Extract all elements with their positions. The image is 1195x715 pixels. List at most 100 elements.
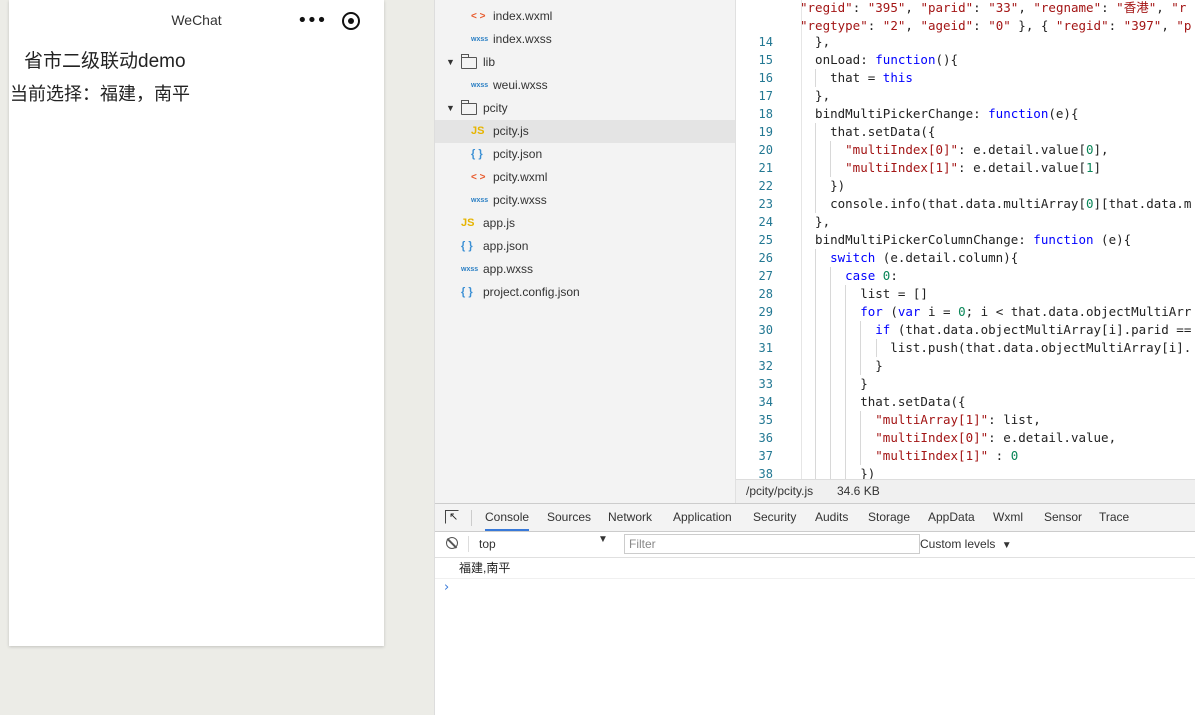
- indent-guide: [815, 249, 817, 267]
- indent-guide: [830, 465, 832, 479]
- console-filter-input[interactable]: [624, 534, 920, 554]
- more-menu-icon[interactable]: •••: [297, 11, 327, 31]
- line-number: 29: [758, 305, 773, 319]
- code-line: 21 "multiIndex[1]": e.detail.value[1]: [736, 159, 1195, 177]
- indent-guide: [815, 123, 817, 141]
- line-number: 23: [758, 197, 773, 211]
- indent-guide: [860, 339, 862, 357]
- line-number: 26: [758, 251, 773, 265]
- console-message-text: 福建,南平: [459, 561, 511, 575]
- code-text: }): [800, 466, 876, 479]
- indent-guide: [830, 411, 832, 429]
- tab-sensor[interactable]: Sensor: [1044, 504, 1082, 531]
- tab-storage[interactable]: Storage: [868, 504, 910, 531]
- file-tree-item[interactable]: wxss index.wxss: [435, 28, 735, 51]
- simulator-title: WeChat: [171, 12, 222, 28]
- expand-arrow-icon[interactable]: ▼: [446, 51, 455, 74]
- tab-trace[interactable]: Trace: [1099, 504, 1129, 531]
- js-file-icon: JS: [471, 125, 485, 137]
- indent-guide: [830, 303, 832, 321]
- tab-appdata[interactable]: AppData: [928, 504, 975, 531]
- clear-console-icon[interactable]: [446, 537, 458, 549]
- code-line: 36 "multiIndex[0]": e.detail.value,: [736, 429, 1195, 447]
- code-line: 30 if (that.data.objectMultiArray[i].par…: [736, 321, 1195, 339]
- file-tree-item[interactable]: JS app.js: [435, 212, 735, 235]
- record-icon[interactable]: [342, 12, 360, 30]
- indent-guide: [845, 447, 847, 465]
- context-select[interactable]: top: [473, 534, 611, 554]
- indent-guide: [845, 339, 847, 357]
- tab-sources[interactable]: Sources: [547, 504, 591, 531]
- file-tree-label: index.wxml: [493, 9, 553, 23]
- tab-wxml[interactable]: Wxml: [993, 504, 1023, 531]
- current-selection-picker[interactable]: 当前选择：福建，南平: [10, 80, 190, 106]
- file-tree: < > index.wxml wxss index.wxss ▼ lib wxss weui.…: [435, 0, 736, 503]
- indent-guide: [830, 141, 832, 159]
- code-line: 27 case 0:: [736, 267, 1195, 285]
- indent-guide: [815, 393, 817, 411]
- file-tree-item[interactable]: ▼ lib: [435, 51, 735, 74]
- file-tree-label: app.json: [483, 239, 529, 253]
- code-line: 25 bindMultiPickerColumnChange: function…: [736, 231, 1195, 249]
- indent-guide: [845, 321, 847, 339]
- code-text: that.setData({: [800, 394, 966, 409]
- code-text: }: [800, 376, 868, 391]
- chevron-down-icon: ▼: [1001, 540, 1012, 551]
- file-tree-item[interactable]: { } project.config.json: [435, 281, 735, 304]
- file-tree-item[interactable]: wxss weui.wxss: [435, 74, 735, 97]
- tab-application[interactable]: Application: [673, 504, 732, 531]
- file-tree-label: pcity.json: [493, 147, 543, 161]
- line-number: 24: [758, 215, 773, 229]
- indent-guide: [860, 429, 862, 447]
- file-tree-item[interactable]: wxss pcity.wxss: [435, 189, 735, 212]
- line-number: 16: [758, 71, 773, 85]
- wxml-file-icon: < >: [471, 172, 486, 183]
- file-tree-item[interactable]: wxss app.wxss: [435, 258, 735, 281]
- file-tree-label: index.wxss: [493, 32, 552, 46]
- code-editor[interactable]: "regid": "395", "parid": "33", "regname"…: [736, 0, 1195, 479]
- wxss-file-icon: wxss: [471, 36, 489, 43]
- tab-network[interactable]: Network: [608, 504, 652, 531]
- code-text: },: [800, 88, 831, 103]
- file-tree-item[interactable]: < > index.wxml: [435, 5, 735, 28]
- chevron-down-icon[interactable]: ▼: [598, 534, 608, 545]
- file-tree-label: project.config.json: [483, 285, 580, 299]
- line-number: 18: [758, 107, 773, 121]
- code-text: if (that.data.objectMultiArray[i].parid …: [875, 322, 1192, 337]
- file-tree-item[interactable]: < > pcity.wxml: [435, 166, 735, 189]
- code-text: }): [800, 178, 846, 193]
- indent-guide: [830, 375, 832, 393]
- file-tree-item[interactable]: ▼ pcity: [435, 97, 735, 120]
- code-line: 31 list.push(that.data.objectMultiArray[…: [736, 339, 1195, 357]
- file-tree-label: pcity: [483, 101, 508, 115]
- inspect-element-icon[interactable]: [445, 510, 459, 524]
- indent-guide: [830, 321, 832, 339]
- console-prompt-icon[interactable]: ›: [444, 580, 449, 595]
- file-size: 34.6 KB: [837, 484, 880, 498]
- expand-arrow-icon[interactable]: ▼: [446, 97, 455, 120]
- line-number: 34: [758, 395, 773, 409]
- indent-guide: [830, 393, 832, 411]
- line-number: 31: [758, 341, 773, 355]
- tab-security[interactable]: Security: [753, 504, 796, 531]
- indent-guide: [815, 267, 817, 285]
- code-line: 38 }): [736, 465, 1195, 479]
- file-tree-item[interactable]: { } pcity.json: [435, 143, 735, 166]
- ide-panel: < > index.wxml wxss index.wxss ▼ lib wxss weui.…: [434, 0, 1195, 715]
- devtools-tabbar: Console Sources Network Application Security…: [435, 503, 1195, 532]
- indent-guide: [815, 321, 817, 339]
- indent-guide: [815, 303, 817, 321]
- tab-console[interactable]: Console: [485, 504, 530, 531]
- code-text: list = []: [800, 286, 928, 301]
- line-number: 30: [758, 323, 773, 337]
- folder-icon: [461, 54, 477, 69]
- log-levels-dropdown[interactable]: Custom levels ▼: [920, 534, 1012, 554]
- tab-audits[interactable]: Audits: [815, 504, 848, 531]
- tab-divider: [471, 510, 472, 526]
- json-file-icon: { }: [461, 286, 473, 298]
- file-tree-item[interactable]: { } app.json: [435, 235, 735, 258]
- code-text: list.push(that.data.objectMultiArray[i].: [800, 340, 1192, 355]
- code-text: bindMultiPickerChange: function(e){: [800, 106, 1079, 121]
- line-number: 36: [758, 431, 773, 445]
- file-tree-item[interactable]: JS pcity.js: [435, 120, 735, 143]
